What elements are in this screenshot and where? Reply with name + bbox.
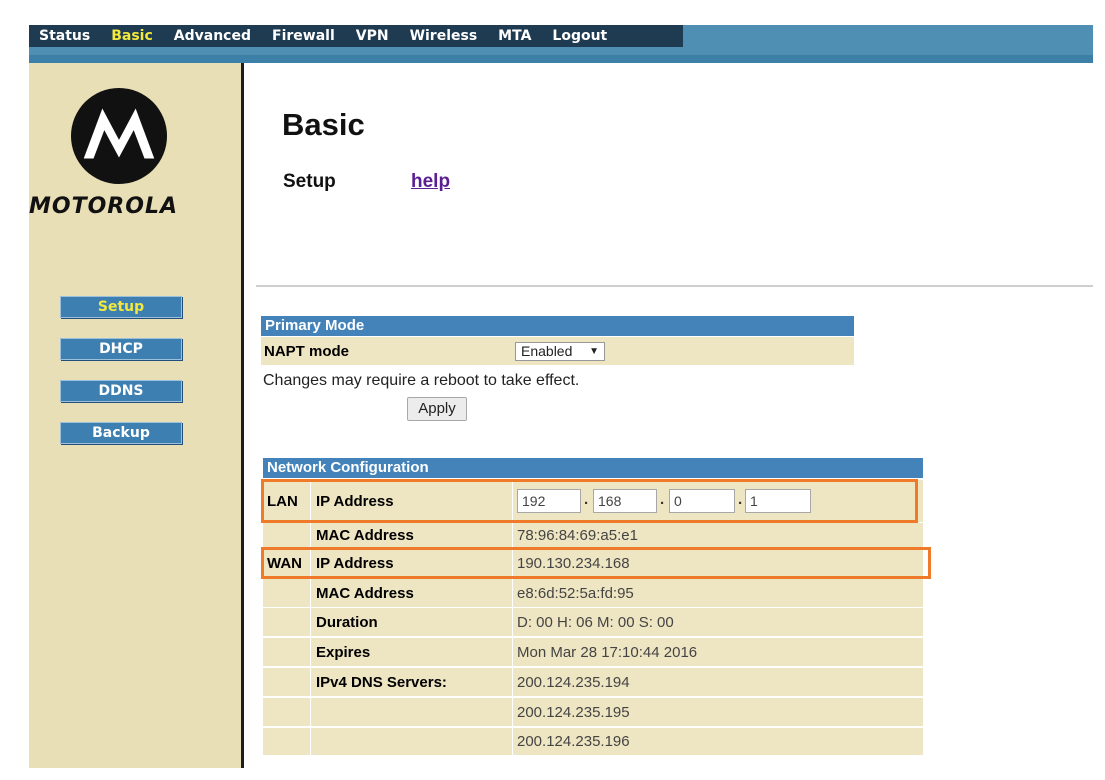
sidebar-item-setup[interactable]: Setup — [60, 296, 182, 318]
wan-mac-row: MAC Address e8:6d:52:5a:fd:95 — [263, 579, 923, 607]
sidebar-item-dhcp[interactable]: DHCP — [60, 338, 182, 360]
napt-mode-select[interactable]: Enabled ▼ — [515, 342, 605, 361]
duration-value: D: 00 H: 06 M: 00 S: 00 — [517, 613, 674, 631]
lan-label: LAN — [267, 492, 298, 510]
ip-dot: . — [660, 491, 665, 508]
tab-logout[interactable]: Logout — [552, 28, 607, 44]
dns-value-2: 200.124.235.195 — [517, 703, 630, 721]
lan-mac-label: MAC Address — [316, 527, 414, 544]
wan-mac-value: e8:6d:52:5a:fd:95 — [517, 584, 634, 602]
wan-ip-label: IP Address — [316, 554, 394, 572]
napt-mode-value: Enabled — [521, 343, 573, 359]
brand-wordmark: MOTOROLA — [29, 194, 178, 219]
dns-row-3: 200.124.235.196 — [263, 728, 923, 755]
expires-value: Mon Mar 28 17:10:44 2016 — [517, 643, 698, 661]
tab-mta[interactable]: MTA — [498, 28, 531, 44]
dropdown-arrow-icon: ▼ — [589, 346, 599, 357]
motorola-logo-icon — [70, 87, 168, 185]
top-nav-bar: Status Basic Advanced Firewall VPN Wirel… — [29, 25, 1093, 63]
sidebar-divider — [241, 63, 244, 768]
dns-row-1: IPv4 DNS Servers: 200.124.235.194 — [263, 668, 923, 696]
ip-dot: . — [584, 491, 589, 508]
nav-stripe — [29, 55, 1093, 63]
lan-ip-octet-2[interactable]: 168 — [593, 489, 657, 513]
lan-mac-value: 78:96:84:69:a5:e1 — [517, 527, 638, 544]
wan-mac-label: MAC Address — [316, 584, 414, 602]
dns-label: IPv4 DNS Servers: — [316, 673, 447, 691]
expires-row: Expires Mon Mar 28 17:10:44 2016 — [263, 638, 923, 666]
tab-vpn[interactable]: VPN — [356, 28, 389, 44]
apply-button[interactable]: Apply — [407, 397, 467, 421]
column-separator — [310, 480, 311, 755]
sidebar-item-ddns[interactable]: DDNS — [60, 380, 182, 402]
tab-advanced[interactable]: Advanced — [174, 28, 251, 44]
lan-ip-octet-4[interactable]: 1 — [745, 489, 811, 513]
page-title: Basic — [282, 107, 365, 142]
tab-status[interactable]: Status — [39, 28, 90, 44]
reboot-note: Changes may require a reboot to take eff… — [263, 372, 580, 389]
wan-ip-row: WAN IP Address 190.130.234.168 — [263, 549, 923, 577]
dns-value-1: 200.124.235.194 — [517, 673, 630, 691]
dns-value-3: 200.124.235.196 — [517, 733, 630, 750]
lan-ip-octet-1[interactable]: 192 — [517, 489, 581, 513]
ip-dot: . — [738, 491, 743, 508]
sidebar-item-backup[interactable]: Backup — [60, 422, 182, 444]
tab-firewall[interactable]: Firewall — [272, 28, 335, 44]
dns-row-2: 200.124.235.195 — [263, 698, 923, 726]
expires-label: Expires — [316, 643, 371, 661]
wan-label: WAN — [267, 554, 302, 572]
lan-ip-label: IP Address — [316, 492, 394, 510]
primary-mode-header: Primary Mode — [261, 316, 854, 336]
network-config-header: Network Configuration — [263, 458, 923, 478]
page-subtitle: Setup — [283, 171, 336, 192]
tab-wireless[interactable]: Wireless — [410, 28, 478, 44]
help-link[interactable]: help — [411, 171, 450, 193]
duration-row: Duration D: 00 H: 06 M: 00 S: 00 — [263, 608, 923, 636]
napt-label: NAPT mode — [264, 342, 350, 360]
nav-tabs: Status Basic Advanced Firewall VPN Wirel… — [29, 25, 683, 47]
wan-ip-value: 190.130.234.168 — [517, 554, 630, 572]
divider — [256, 285, 1093, 287]
lan-mac-row: MAC Address 78:96:84:69:a5:e1 — [263, 523, 923, 548]
tab-basic[interactable]: Basic — [111, 28, 153, 44]
lan-ip-octet-3[interactable]: 0 — [669, 489, 735, 513]
duration-label: Duration — [316, 613, 378, 631]
column-separator — [512, 480, 513, 755]
